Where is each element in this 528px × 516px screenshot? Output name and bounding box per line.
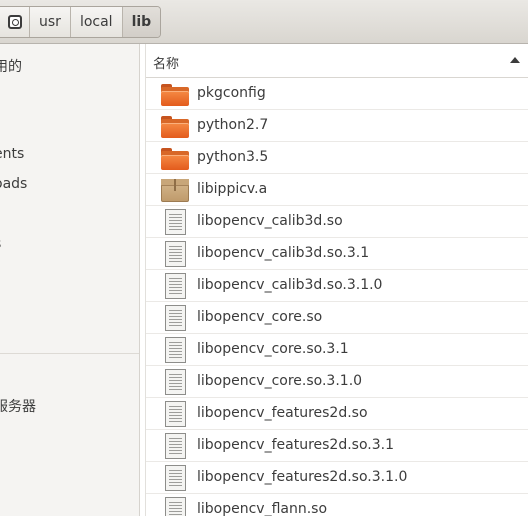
file-name: libopencv_features2d.so.3.1.0 (197, 469, 408, 485)
breadcrumb-lib[interactable]: lib (121, 7, 161, 37)
sidebar-item-recent[interactable]: 用的 (0, 56, 22, 76)
file-name: libopencv_core.so.3.1.0 (197, 373, 363, 389)
path-breadcrumb: usr local lib (0, 6, 162, 38)
text-file-icon (160, 433, 190, 459)
sidebar-item-videos[interactable]: s (0, 236, 1, 252)
file-name: python2.7 (197, 117, 269, 133)
text-file-icon (160, 497, 190, 516)
text-file-icon (160, 465, 190, 491)
breadcrumb-local[interactable]: local (69, 7, 122, 37)
file-name: libopencv_flann.so (197, 501, 328, 516)
file-name: libopencv_core.so.3.1 (197, 341, 349, 357)
file-name: libopencv_features2d.so (197, 405, 368, 421)
name-column-header[interactable]: 名称 (146, 44, 528, 78)
text-file-icon (160, 369, 190, 395)
text-file-icon (160, 337, 190, 363)
file-row[interactable]: libopencv_features2d.so (146, 398, 528, 430)
file-row[interactable]: libippicv.a (146, 174, 528, 206)
text-file-icon (160, 305, 190, 331)
file-row[interactable]: libopencv_features2d.so.3.1 (146, 430, 528, 462)
breadcrumb-usr[interactable]: usr (29, 7, 70, 37)
header-bar: usr local lib (0, 0, 528, 44)
text-file-icon (160, 241, 190, 267)
sort-ascending-icon (510, 57, 520, 63)
file-list-view: 名称 pkgconfig python2.7 python3.5 libippi… (145, 44, 528, 516)
file-row[interactable]: libopencv_calib3d.so.3.1 (146, 238, 528, 270)
file-name: python3.5 (197, 149, 269, 165)
file-row[interactable]: python2.7 (146, 110, 528, 142)
sidebar-item-connect-server[interactable]: 服务器 (0, 396, 36, 416)
home-folder-icon (7, 15, 22, 29)
file-name: libopencv_calib3d.so (197, 213, 343, 229)
file-row[interactable]: libopencv_flann.so (146, 494, 528, 516)
places-sidebar: 用的 ents oads s 服务器 (0, 44, 140, 516)
archive-icon (160, 177, 190, 203)
file-name: libopencv_calib3d.so.3.1 (197, 245, 370, 261)
file-row[interactable]: libopencv_calib3d.so (146, 206, 528, 238)
file-name: pkgconfig (197, 85, 266, 101)
file-rows: pkgconfig python2.7 python3.5 libippicv.… (146, 78, 528, 516)
file-row[interactable]: libopencv_core.so.3.1.0 (146, 366, 528, 398)
name-column-label: 名称 (153, 57, 180, 72)
folder-icon (160, 81, 190, 107)
file-name: libippicv.a (197, 181, 268, 197)
sidebar-item-downloads[interactable]: oads (0, 176, 27, 192)
file-manager-window: usr local lib 用的 ents oads s 服务器 名称 pkgc… (0, 0, 528, 516)
folder-icon (160, 145, 190, 171)
text-file-icon (160, 209, 190, 235)
file-row[interactable]: libopencv_features2d.so.3.1.0 (146, 462, 528, 494)
breadcrumb-root-button[interactable] (0, 7, 29, 37)
file-row[interactable]: libopencv_core.so (146, 302, 528, 334)
file-row[interactable]: python3.5 (146, 142, 528, 174)
file-name: libopencv_calib3d.so.3.1.0 (197, 277, 383, 293)
text-file-icon (160, 273, 190, 299)
file-name: libopencv_features2d.so.3.1 (197, 437, 394, 453)
file-row[interactable]: pkgconfig (146, 78, 528, 110)
folder-icon (160, 113, 190, 139)
sidebar-separator (0, 353, 139, 354)
text-file-icon (160, 401, 190, 427)
file-row[interactable]: libopencv_core.so.3.1 (146, 334, 528, 366)
sidebar-item-documents[interactable]: ents (0, 146, 24, 162)
file-name: libopencv_core.so (197, 309, 323, 325)
file-row[interactable]: libopencv_calib3d.so.3.1.0 (146, 270, 528, 302)
